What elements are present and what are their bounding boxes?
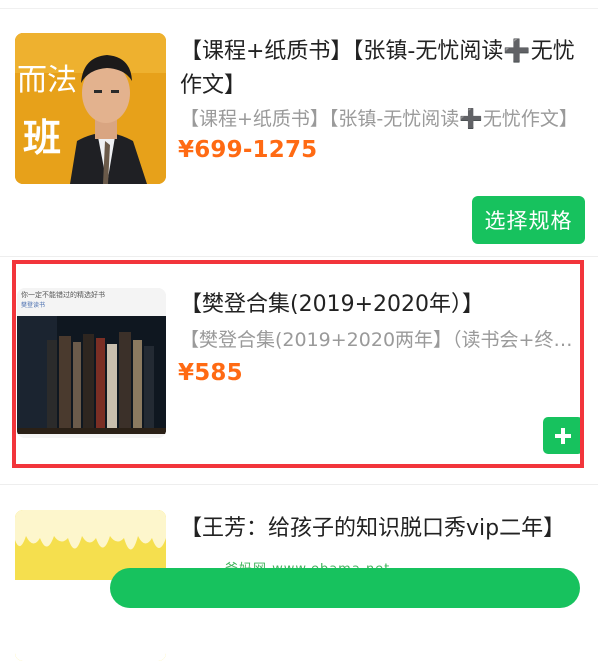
- product-price: ¥585: [178, 360, 243, 386]
- thumbnail-text-bottom: 班: [23, 115, 62, 160]
- product-thumbnail[interactable]: 你一定不能错过的精选好书 樊登读书: [17, 288, 166, 438]
- product-price: ¥699-1275: [178, 137, 318, 163]
- thumbnail-text-top: 而法: [17, 63, 77, 98]
- add-to-cart-button[interactable]: [543, 417, 583, 454]
- divider: [0, 484, 598, 485]
- product-title[interactable]: 【王芳：给孩子的知识脱口秀vip二年】: [180, 512, 585, 546]
- plus-icon: [555, 427, 571, 444]
- thumbnail-brand: 樊登读书: [21, 302, 46, 309]
- product-title[interactable]: 【樊登合集(2019+2020年）】: [180, 288, 585, 322]
- product-thumbnail[interactable]: 而法 班: [15, 33, 166, 184]
- product-card-2[interactable]: 你一定不能错过的精选好书 樊登读书 【樊登合集(2019+2020年）】 【樊登…: [0, 262, 598, 472]
- thumbnail-caption: 你一定不能错过的精选好书: [21, 291, 105, 299]
- bookshelf-image: [17, 288, 166, 438]
- top-divider: [0, 0, 598, 9]
- product-card-1[interactable]: 而法 班 【课程+纸质书】【张镇-无忧阅读➕无忧作文】 【课程+纸质书】【张镇-…: [0, 9, 598, 254]
- product-title[interactable]: 【课程+纸质书】【张镇-无忧阅读➕无忧作文】: [180, 35, 585, 103]
- divider: [0, 256, 598, 257]
- select-spec-button[interactable]: 选择规格: [472, 196, 585, 244]
- bottom-action-bar[interactable]: [110, 568, 580, 608]
- product-subtitle: 【樊登合集(2019+2020两年】（读书会+终身学习卡）: [180, 329, 585, 351]
- product-subtitle: 【课程+纸质书】【张镇-无忧阅读➕无忧作文】: [180, 108, 578, 130]
